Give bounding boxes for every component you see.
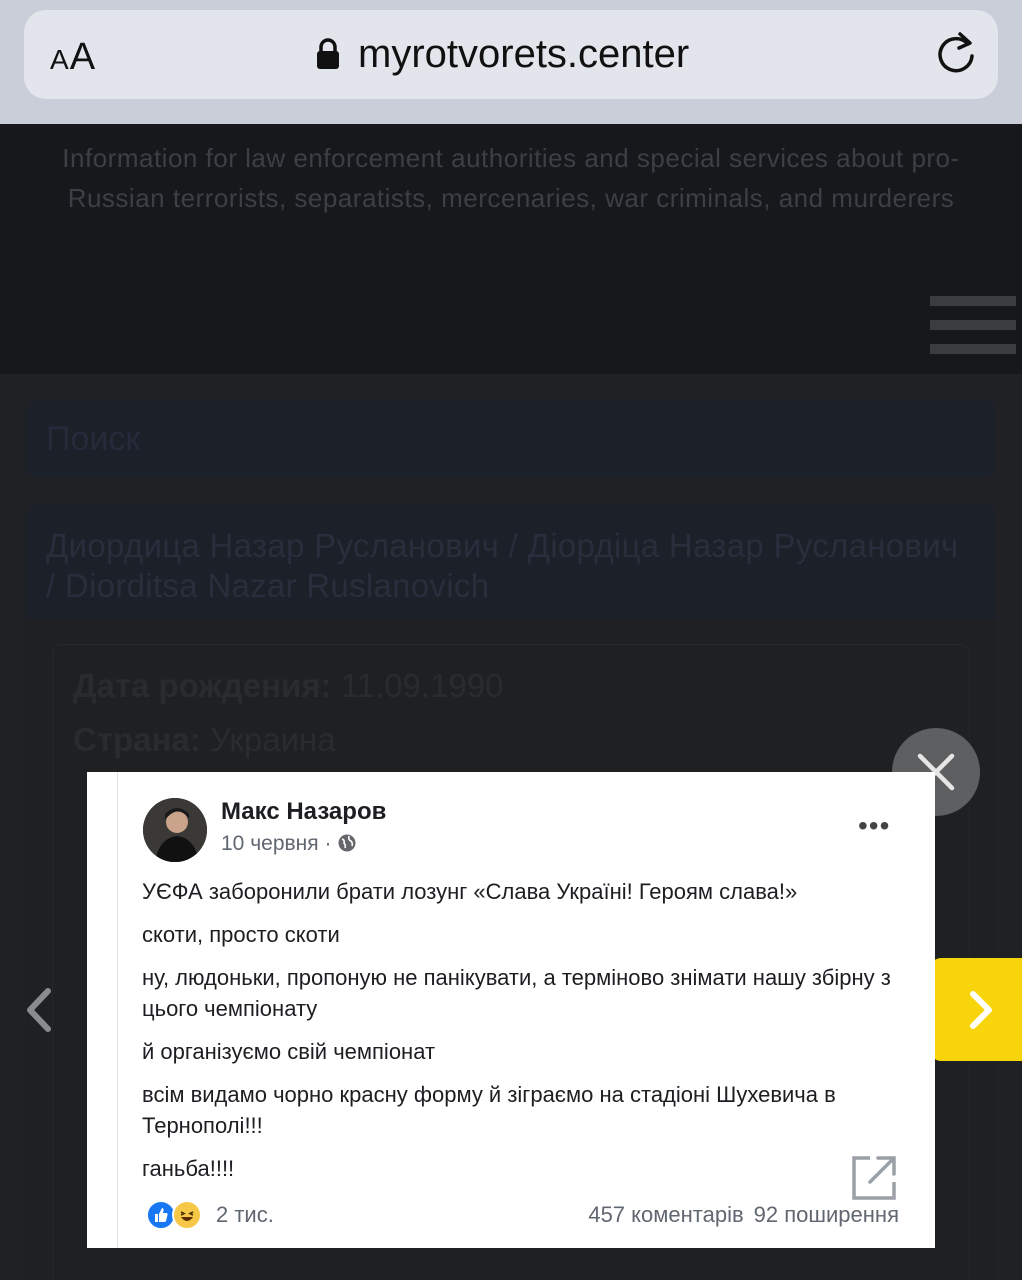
comments-count[interactable]: 457 коментарів <box>588 1202 743 1227</box>
chevron-right-icon <box>970 991 992 1029</box>
shares-count[interactable]: 92 поширення <box>754 1202 899 1227</box>
menu-icon[interactable] <box>930 296 1016 356</box>
post-author[interactable]: Макс Назаров <box>221 798 386 826</box>
country-field: Страна: Украина <box>73 721 336 758</box>
address-bar[interactable]: AA myrotvorets.center <box>24 10 998 99</box>
search-label: Поиск <box>46 420 141 458</box>
chevron-left-icon[interactable] <box>20 985 60 1035</box>
browser-toolbar: AA myrotvorets.center <box>0 0 1022 124</box>
lock-icon <box>317 38 339 69</box>
avatar[interactable] <box>143 798 207 862</box>
lightbox-image: Макс Назаров 10 червня · ••• УЄФА заборо… <box>87 772 935 1248</box>
more-options-icon[interactable]: ••• <box>858 810 890 842</box>
facebook-post: Макс Назаров 10 червня · ••• УЄФА заборо… <box>117 772 907 1248</box>
reaction-count: 2 тис. <box>216 1202 274 1227</box>
post-paragraph: ганьба!!!! <box>142 1156 235 1181</box>
post-paragraph: ну, людоньки, пропоную не панікувати, а … <box>142 965 891 1021</box>
post-body: УЄФА заборонили брати лозунг «Слава Укра… <box>142 876 902 1196</box>
open-external-icon[interactable] <box>850 1154 898 1202</box>
next-button[interactable] <box>931 958 1022 1061</box>
search-box[interactable]: Поиск <box>26 400 996 477</box>
post-paragraph: скоти, просто скоти <box>142 922 340 947</box>
post-date: 10 червня · <box>221 832 357 856</box>
post-paragraph: всім видамо чорно красну форму й зіграєм… <box>142 1082 836 1138</box>
text-size-button[interactable]: AA <box>50 36 96 79</box>
post-paragraph: й організуємо свій чемпіонат <box>142 1039 436 1064</box>
profile-title: Диордица Назар Русланович / Діордіца Наз… <box>46 527 959 604</box>
profile-header: Диордица Назар Русланович / Діордіца Наз… <box>26 504 996 619</box>
reload-icon[interactable] <box>932 30 980 78</box>
birth-date-field: Дата рождения: 11.09.1990 <box>73 667 504 704</box>
globe-icon <box>338 834 356 852</box>
site-tagline: Information for law enforcement authorit… <box>62 143 960 213</box>
site-header: Information for law enforcement authorit… <box>0 124 1022 374</box>
haha-reaction-icon <box>172 1200 202 1230</box>
post-paragraph: УЄФА заборонили брати лозунг «Слава Укра… <box>142 879 798 904</box>
post-stats: 457 коментарів 92 поширення <box>578 1202 899 1228</box>
url-text[interactable]: myrotvorets.center <box>358 32 689 77</box>
